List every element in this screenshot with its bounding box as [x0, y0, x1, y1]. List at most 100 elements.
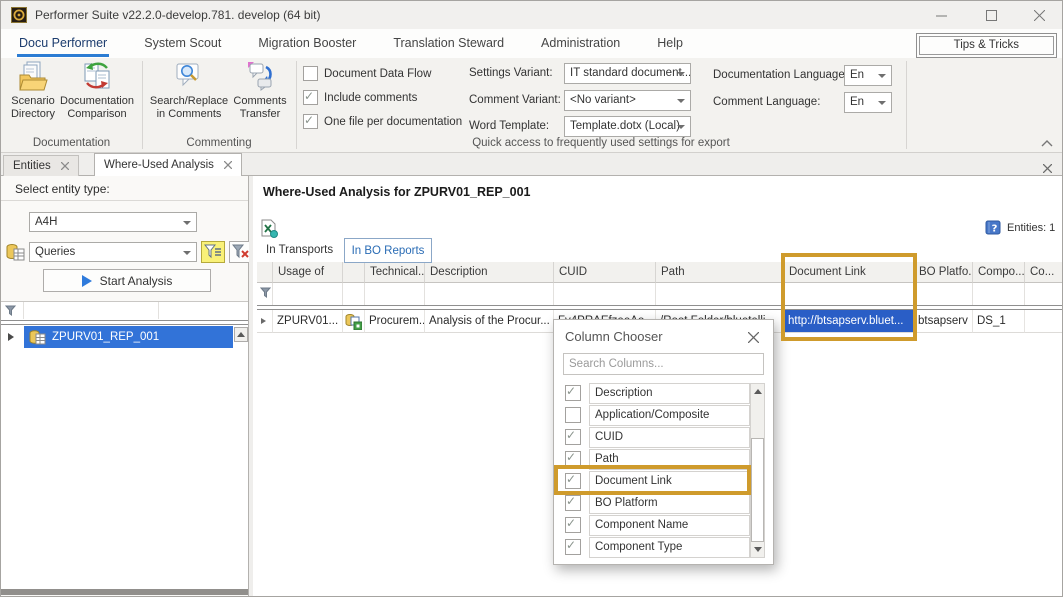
- cell-document-link[interactable]: http://btsapserv.bluet...: [784, 310, 914, 333]
- comment-variant-select[interactable]: <No variant>: [564, 90, 691, 111]
- column-chooser-item-application-composite[interactable]: Application/Composite: [563, 404, 743, 426]
- expand-icon[interactable]: [8, 333, 14, 341]
- cell-bo-platform[interactable]: btsapserv: [914, 310, 973, 333]
- filter-cell[interactable]: [656, 283, 784, 305]
- column-header-technical-name[interactable]: Technical...: [365, 262, 425, 283]
- documentation-language-select[interactable]: En: [844, 65, 892, 86]
- checkbox[interactable]: [303, 66, 318, 81]
- tab-translation-steward[interactable]: Translation Steward: [391, 29, 506, 58]
- close-icon: [1043, 164, 1052, 173]
- column-chooser-item-description[interactable]: Description: [563, 382, 743, 404]
- checkbox[interactable]: [303, 90, 318, 105]
- column-header-path[interactable]: Path: [656, 262, 784, 283]
- filter-cell[interactable]: [784, 283, 914, 305]
- cell-usage-of[interactable]: ZPURV01...: [273, 310, 343, 333]
- tree-item-selected[interactable]: ZPURV01_REP_001: [24, 326, 233, 348]
- tab-migration-booster[interactable]: Migration Booster: [256, 29, 358, 58]
- splitter-handle[interactable]: [1, 589, 248, 595]
- settings-variant-select[interactable]: IT standard document...: [564, 63, 691, 84]
- column-chooser-item-cuid[interactable]: CUID: [563, 426, 743, 448]
- tab-system-scout[interactable]: System Scout: [142, 29, 223, 58]
- dialog-close-button[interactable]: [748, 330, 759, 348]
- scroll-up-button[interactable]: [234, 327, 248, 342]
- column-header-indicator: [257, 262, 273, 283]
- tab-entities[interactable]: Entities: [3, 155, 79, 176]
- checkbox[interactable]: [565, 429, 581, 445]
- tips-and-tricks-button[interactable]: Tips & Tricks: [916, 33, 1057, 58]
- filter-cell[interactable]: [425, 283, 554, 305]
- comment-variant-label: Comment Variant:: [469, 94, 561, 106]
- checkbox-document-data-flow[interactable]: Document Data Flow: [303, 66, 431, 81]
- row-indicator[interactable]: [257, 310, 273, 333]
- cell-component-type[interactable]: [1025, 310, 1063, 333]
- column-header-bo-platform[interactable]: BO Platfo...: [914, 262, 973, 283]
- checkbox[interactable]: [303, 114, 318, 129]
- tab-in-bo-reports[interactable]: In BO Reports: [344, 238, 432, 263]
- search-columns-input[interactable]: [563, 353, 764, 375]
- checkbox-one-file-per-documentation[interactable]: One file per documentation: [303, 114, 462, 129]
- column-header-component-name[interactable]: Compo...: [973, 262, 1025, 283]
- checkbox-include-comments[interactable]: Include comments: [303, 90, 417, 105]
- list-scrollbar[interactable]: [750, 383, 765, 558]
- tree-row[interactable]: ZPURV01_REP_001: [1, 325, 248, 348]
- filter-cell[interactable]: [1025, 283, 1063, 305]
- comment-language-select[interactable]: En: [844, 92, 892, 113]
- checkbox[interactable]: [565, 539, 581, 555]
- filter-cell[interactable]: [257, 283, 273, 305]
- grid-filter-row[interactable]: [257, 283, 1063, 305]
- filter-cell[interactable]: [914, 283, 973, 305]
- scrollbar-thumb[interactable]: [751, 438, 764, 542]
- column-header-description[interactable]: Description: [425, 262, 554, 283]
- minimize-button[interactable]: [924, 5, 958, 25]
- filter-cell[interactable]: [365, 283, 425, 305]
- documentation-comparison-button[interactable]: Documentation Comparison: [55, 61, 139, 121]
- column-header-cuid[interactable]: CUID: [554, 262, 656, 283]
- column-chooser-item-component-type[interactable]: Component Type: [563, 536, 743, 558]
- system-select[interactable]: A4H: [29, 212, 197, 232]
- filter-cell[interactable]: [273, 283, 343, 305]
- start-analysis-button[interactable]: Start Analysis: [43, 269, 211, 292]
- close-button[interactable]: [1022, 5, 1056, 25]
- column-header-component-type[interactable]: Co...: [1025, 262, 1063, 283]
- scroll-down-button[interactable]: [751, 542, 764, 557]
- checkbox[interactable]: [565, 385, 581, 401]
- tree-filter-row[interactable]: [1, 302, 248, 319]
- filter-button[interactable]: [201, 241, 225, 263]
- collapse-ribbon-button[interactable]: [1041, 134, 1053, 152]
- cell-description[interactable]: Analysis of the Procur...: [425, 310, 554, 333]
- close-tab-icon[interactable]: [224, 161, 232, 169]
- tab-in-transports[interactable]: In Transports: [266, 244, 333, 256]
- tab-administration[interactable]: Administration: [539, 29, 622, 58]
- checkbox[interactable]: [565, 473, 581, 489]
- tab-where-used-analysis[interactable]: Where-Used Analysis: [94, 153, 242, 176]
- filter-cell[interactable]: [343, 283, 365, 305]
- close-tab-icon[interactable]: [61, 162, 69, 170]
- filter-cell[interactable]: [554, 283, 656, 305]
- column-header-document-link[interactable]: Document Link: [784, 262, 914, 283]
- cell-technical-name[interactable]: Procurem...: [365, 310, 425, 333]
- scenario-directory-button[interactable]: Scenario Directory: [5, 61, 61, 121]
- tab-help[interactable]: Help: [655, 29, 685, 58]
- cell-icon[interactable]: [343, 310, 365, 333]
- comments-transfer-button[interactable]: Comments Transfer: [229, 61, 291, 121]
- checkbox[interactable]: [565, 407, 581, 423]
- column-chooser-item-path[interactable]: Path: [563, 448, 743, 470]
- search-replace-comments-button[interactable]: Search/Replace in Comments: [147, 61, 231, 121]
- cell-component-name[interactable]: DS_1: [973, 310, 1025, 333]
- checkbox[interactable]: [565, 517, 581, 533]
- tab-docu-performer[interactable]: Docu Performer: [17, 29, 109, 58]
- column-header-usage-of[interactable]: Usage of: [273, 262, 343, 283]
- scroll-up-button[interactable]: [751, 384, 764, 399]
- documentation-comparison-icon: [82, 61, 112, 91]
- maximize-button[interactable]: [974, 5, 1008, 25]
- word-template-select[interactable]: Template.dotx (Local): [564, 116, 691, 137]
- column-chooser-item-component-name[interactable]: Component Name: [563, 514, 743, 536]
- column-chooser-item-bo-platform[interactable]: BO Platform: [563, 492, 743, 514]
- column-header-icon[interactable]: [343, 262, 365, 283]
- entity-type-select[interactable]: Queries: [29, 242, 197, 262]
- column-chooser-item-document-link[interactable]: Document Link: [563, 470, 743, 492]
- checkbox[interactable]: [565, 495, 581, 511]
- checkbox[interactable]: [565, 451, 581, 467]
- export-to-excel-icon[interactable]: [261, 219, 278, 238]
- filter-cell[interactable]: [973, 283, 1025, 305]
